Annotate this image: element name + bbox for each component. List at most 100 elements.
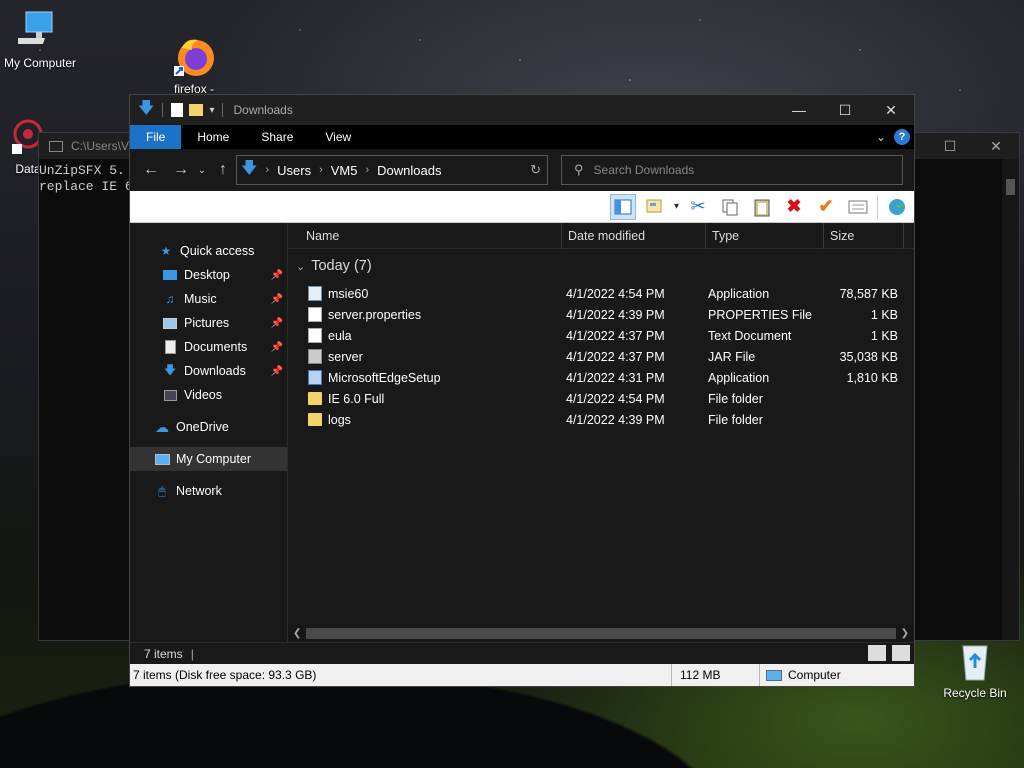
file-row[interactable]: msie60 4/1/2022 4:54 PM Application 78,5… [288, 283, 914, 304]
pin-icon: 📌 [270, 317, 283, 329]
desktop-icon-my-computer[interactable]: My Computer [0, 8, 80, 70]
breadcrumb-users[interactable]: Users [277, 163, 311, 178]
up-arrow-icon[interactable]: ↑ [210, 161, 236, 179]
delete-icon[interactable]: ✖ [781, 194, 807, 220]
group-label: Today (7) [311, 258, 372, 274]
chevron-right-icon[interactable]: › [365, 164, 369, 176]
nav-network[interactable]: 🖱 Network [130, 479, 287, 503]
tab-home[interactable]: Home [181, 125, 245, 149]
text-document-icon [308, 328, 322, 343]
console-close-button[interactable]: ✕ [973, 133, 1019, 159]
help-icon[interactable]: ? [894, 129, 910, 145]
group-header-today[interactable]: ⌄ Today (7) [288, 249, 914, 283]
forward-arrow-icon[interactable]: → [168, 161, 194, 179]
explorer-titlebar[interactable]: 🡇 ▾ Downloads — ☐ ✕ [130, 95, 914, 125]
console-maximize-button[interactable]: ☐ [927, 133, 973, 159]
file-type: Application [708, 370, 770, 385]
nav-label: Quick access [180, 244, 255, 258]
large-icons-view-icon[interactable] [892, 645, 910, 661]
nav-item-documents[interactable]: Documents 📌 [130, 335, 287, 359]
close-button[interactable]: ✕ [868, 95, 914, 125]
paste-icon[interactable] [749, 194, 775, 220]
file-date: 4/1/2022 4:39 PM [566, 412, 665, 427]
view-layout-icon[interactable] [642, 194, 668, 220]
explorer-window[interactable]: 🡇 ▾ Downloads — ☐ ✕ File Home Share View… [129, 94, 915, 687]
expand-ribbon-icon[interactable]: ⌄ [876, 130, 886, 144]
videos-icon [162, 388, 178, 402]
console-scrollbar[interactable] [1002, 159, 1019, 640]
search-input[interactable]: ⚲ Search Downloads [561, 155, 903, 185]
documents-icon [162, 340, 178, 354]
item-count: 7 items [144, 646, 183, 661]
scroll-left-icon[interactable]: ❮ [293, 628, 301, 639]
ribbon-right-controls: ⌄ ? [876, 129, 910, 145]
nav-label: Documents [184, 340, 248, 354]
tab-share[interactable]: Share [245, 125, 309, 149]
file-row[interactable]: eula 4/1/2022 4:37 PM Text Document 1 KB [288, 325, 914, 346]
rename-check-icon[interactable]: ✔ [813, 194, 839, 220]
nav-item-music[interactable]: ♫ Music 📌 [130, 287, 287, 311]
chevron-down-icon[interactable]: ⌄ [296, 260, 305, 273]
minimize-button[interactable]: — [776, 95, 822, 125]
nav-my-computer[interactable]: My Computer [130, 447, 287, 471]
address-bar-row: ← → ⌄ ↑ 🡇 › Users › VM5 › Downloads ↻ ⚲ … [130, 149, 914, 191]
nav-item-desktop[interactable]: Desktop 📌 [130, 263, 287, 287]
navigation-pane[interactable]: ★ Quick access Desktop 📌 ♫ Music 📌 Pictu… [130, 223, 288, 642]
nav-item-downloads[interactable]: 🡇 Downloads 📌 [130, 359, 287, 383]
preview-pane-icon[interactable] [609, 193, 636, 220]
file-row[interactable]: IE 6.0 Full 4/1/2022 4:54 PM File folder [288, 388, 914, 409]
total-size-text: 112 MB [672, 664, 760, 686]
tab-view[interactable]: View [309, 125, 367, 149]
view-dropdown-icon[interactable]: ▾ [674, 201, 679, 212]
customize-qat-icon[interactable]: ▾ [209, 105, 214, 116]
file-row[interactable]: MicrosoftEdgeSetup 4/1/2022 4:31 PM Appl… [288, 367, 914, 388]
back-arrow-icon[interactable]: ← [138, 161, 164, 179]
recent-locations-icon[interactable]: ⌄ [194, 165, 210, 176]
details-view-icon[interactable] [868, 645, 886, 661]
nav-item-pictures[interactable]: Pictures 📌 [130, 311, 287, 335]
breadcrumb-downloads[interactable]: Downloads [377, 163, 441, 178]
file-row[interactable]: logs 4/1/2022 4:39 PM File folder [288, 409, 914, 430]
nav-item-videos[interactable]: Videos [130, 383, 287, 407]
file-name: eula [328, 328, 352, 343]
nav-label: Videos [184, 388, 222, 402]
search-placeholder: Search Downloads [593, 163, 695, 177]
properties-icon[interactable] [171, 103, 184, 117]
chevron-right-icon[interactable]: › [265, 164, 269, 176]
address-bar[interactable]: 🡇 › Users › VM5 › Downloads ↻ [236, 155, 548, 185]
nav-onedrive[interactable]: ☁ OneDrive [130, 415, 287, 439]
nav-quick-access[interactable]: ★ Quick access [130, 239, 287, 263]
file-row[interactable]: server 4/1/2022 4:37 PM JAR File 35,038 … [288, 346, 914, 367]
copy-icon[interactable] [717, 194, 743, 220]
properties-card-icon[interactable] [845, 194, 871, 220]
scroll-right-icon[interactable]: ❯ [901, 628, 909, 639]
file-type: Application [708, 286, 770, 301]
network-icon: 🖱 [158, 483, 166, 498]
new-folder-icon[interactable] [189, 104, 204, 116]
quick-access-toolbar: 🡇 ▾ [138, 97, 225, 124]
column-header-type[interactable]: Type [706, 222, 824, 249]
cut-icon[interactable]: ✂ [685, 194, 711, 220]
chevron-right-icon[interactable]: › [319, 164, 323, 176]
downloads-location-icon: 🡇 [241, 159, 258, 177]
cloud-icon: ☁ [155, 418, 169, 435]
globe-icon[interactable] [884, 194, 910, 220]
horizontal-scrollbar[interactable]: ❮ ❯ [288, 625, 914, 642]
breadcrumb-vm5[interactable]: VM5 [331, 163, 358, 178]
refresh-icon[interactable]: ↻ [530, 162, 541, 178]
desktop-icon-recycle-bin[interactable]: Recycle Bin [935, 638, 1015, 700]
maximize-button[interactable]: ☐ [822, 95, 868, 125]
file-row[interactable]: server.properties 4/1/2022 4:39 PM PROPE… [288, 304, 914, 325]
tab-file[interactable]: File [130, 125, 182, 149]
console-scroll-thumb[interactable] [1006, 179, 1015, 195]
column-header-date[interactable]: Date modified [562, 222, 706, 249]
command-toolbar: ▾ ✂ ✖ ✔ [130, 191, 914, 223]
divider [877, 194, 878, 219]
downloads-icon: 🡇 [163, 362, 177, 377]
column-header-size[interactable]: Size [824, 222, 904, 249]
scroll-thumb[interactable] [306, 628, 896, 639]
music-icon: ♫ [165, 292, 175, 306]
pin-icon: 📌 [270, 365, 283, 377]
file-list[interactable]: Name Date modified Type Size ⌄ Today (7)… [288, 222, 914, 642]
column-header-name[interactable]: Name [288, 222, 562, 249]
